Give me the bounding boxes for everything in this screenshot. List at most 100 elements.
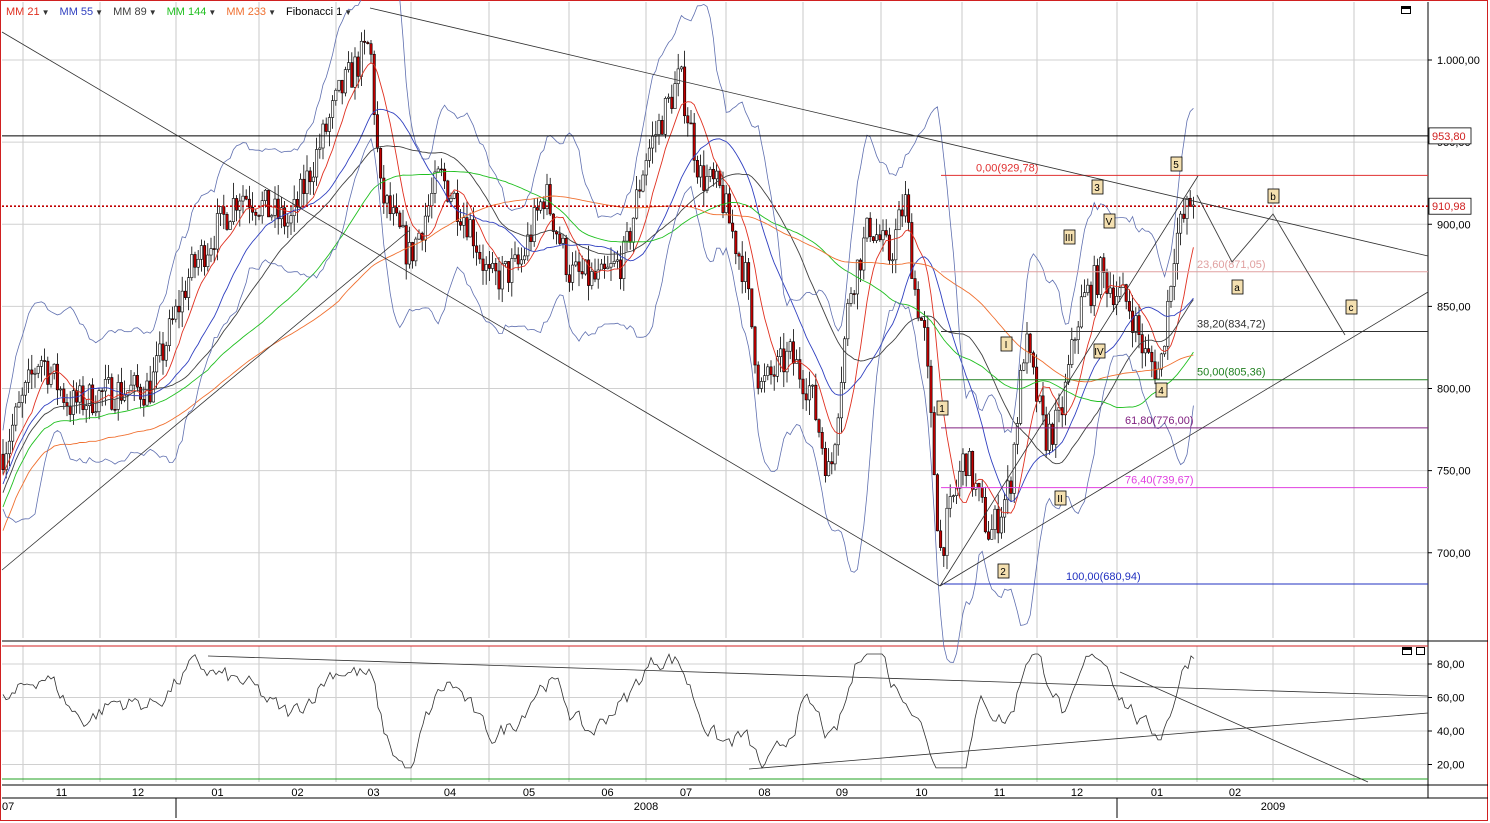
candle-body xyxy=(663,98,667,135)
candle-body xyxy=(823,448,827,476)
candle-body xyxy=(363,40,367,43)
candle-body xyxy=(676,68,680,84)
candle-body xyxy=(289,215,293,224)
y-tick-label: 900,00 xyxy=(1437,219,1471,231)
legend-item-mm21[interactable]: MM 21 ▼ xyxy=(6,4,50,20)
indicator-legend: MM 21 ▼ MM 55 ▼ MM 89 ▼ MM 144 ▼ MM 233 ▼ Fib… xyxy=(6,4,352,20)
candle-body xyxy=(577,261,581,272)
candle-body xyxy=(1089,284,1093,306)
candle-body xyxy=(356,56,360,77)
wave-label: a xyxy=(1234,283,1240,294)
candle-body xyxy=(753,326,757,366)
candle-body xyxy=(638,189,642,192)
candle-body xyxy=(673,83,677,109)
candle-body xyxy=(967,450,971,476)
legend-item-mm55[interactable]: MM 55 ▼ xyxy=(60,4,104,20)
candle-body xyxy=(961,453,965,472)
maximize-pane-icon[interactable] xyxy=(1401,6,1411,14)
candle-body xyxy=(631,217,635,243)
chevron-down-icon: ▼ xyxy=(95,7,104,17)
candle-body xyxy=(625,231,629,242)
y-tick-label: 750,00 xyxy=(1437,466,1471,478)
x-month-label: 01 xyxy=(211,787,223,799)
candle-body xyxy=(1166,301,1170,347)
legend-label: MM 144 xyxy=(166,6,207,18)
candle-body xyxy=(951,495,955,497)
candle-body xyxy=(1118,287,1122,297)
candle-body xyxy=(71,390,75,415)
candle-body xyxy=(1054,409,1058,445)
candle-body xyxy=(1147,348,1151,353)
candle-body xyxy=(791,341,795,364)
legend-item-mm233[interactable]: MM 233 ▼ xyxy=(226,4,276,20)
candle-body xyxy=(695,160,699,178)
candle-body xyxy=(852,293,856,295)
candle-body xyxy=(836,417,840,446)
candle-body xyxy=(263,189,267,201)
candle-body xyxy=(81,385,85,410)
chevron-down-icon: ▼ xyxy=(268,7,276,17)
close-indicator-pane-icon[interactable] xyxy=(1416,647,1425,655)
candle-body xyxy=(324,123,328,132)
osc-y-tick-label: 40,00 xyxy=(1437,726,1465,738)
candle-body xyxy=(241,195,245,202)
y-tick-label: 1.000,00 xyxy=(1437,55,1480,67)
candle-body xyxy=(926,327,930,367)
candle-body xyxy=(526,234,530,257)
wave-label: 1 xyxy=(939,404,945,415)
candle-body xyxy=(900,209,904,217)
candle-body xyxy=(603,263,607,270)
candle-body xyxy=(254,211,258,216)
candle-body xyxy=(635,189,639,219)
candle-body xyxy=(14,406,18,426)
candle-body xyxy=(686,115,690,124)
candle-body xyxy=(68,405,72,415)
candle-body xyxy=(689,122,693,125)
candle-body xyxy=(167,318,171,346)
candle-body xyxy=(465,217,469,238)
candle-body xyxy=(1051,423,1055,445)
candle-body xyxy=(535,207,539,211)
candle-body xyxy=(606,266,610,270)
candle-body xyxy=(564,237,568,276)
fibonacci-level-label: 50,00(805,36) xyxy=(1197,367,1266,379)
candle-body xyxy=(513,254,517,259)
candle-body xyxy=(1182,213,1186,219)
maximize-indicator-pane-icon[interactable] xyxy=(1402,647,1412,655)
oscillator-trendline xyxy=(1119,671,1369,783)
candle-body xyxy=(503,261,507,264)
candle-body xyxy=(417,232,421,240)
x-month-label: 12 xyxy=(132,787,144,799)
oscillator-trendline xyxy=(748,712,1429,770)
candle-body xyxy=(395,207,399,214)
candle-body xyxy=(763,375,767,382)
price-chart-svg[interactable]: 1.000,00950,00900,00850,00800,00750,0070… xyxy=(0,0,1490,823)
candle-body xyxy=(327,117,331,132)
candle-body xyxy=(235,198,239,211)
candle-body xyxy=(286,222,290,227)
x-month-label: 10 xyxy=(915,787,927,799)
candle-body xyxy=(590,271,594,286)
wave-label: 5 xyxy=(1173,160,1179,171)
candle-body xyxy=(391,207,395,215)
candle-body xyxy=(135,375,139,388)
candle-body xyxy=(980,487,984,498)
candle-body xyxy=(145,380,149,406)
candle-body xyxy=(641,174,645,192)
x-month-label: 02 xyxy=(291,787,303,799)
candle-body xyxy=(331,100,335,118)
trendline xyxy=(1,31,941,587)
candle-body xyxy=(750,288,754,328)
legend-item-mm144[interactable]: MM 144 ▼ xyxy=(167,4,217,20)
candle-body xyxy=(996,508,1000,534)
legend-item-mm89[interactable]: MM 89 ▼ xyxy=(113,4,157,20)
candle-body xyxy=(215,213,219,250)
legend-item-fibonacci[interactable]: Fibonacci 1 ▼ xyxy=(286,4,352,20)
candle-body xyxy=(865,217,869,239)
candle-body xyxy=(849,293,853,304)
candle-body xyxy=(878,234,882,241)
candle-body xyxy=(523,255,527,261)
candle-body xyxy=(1131,310,1135,333)
candle-body xyxy=(651,135,655,149)
candle-body xyxy=(692,122,696,161)
